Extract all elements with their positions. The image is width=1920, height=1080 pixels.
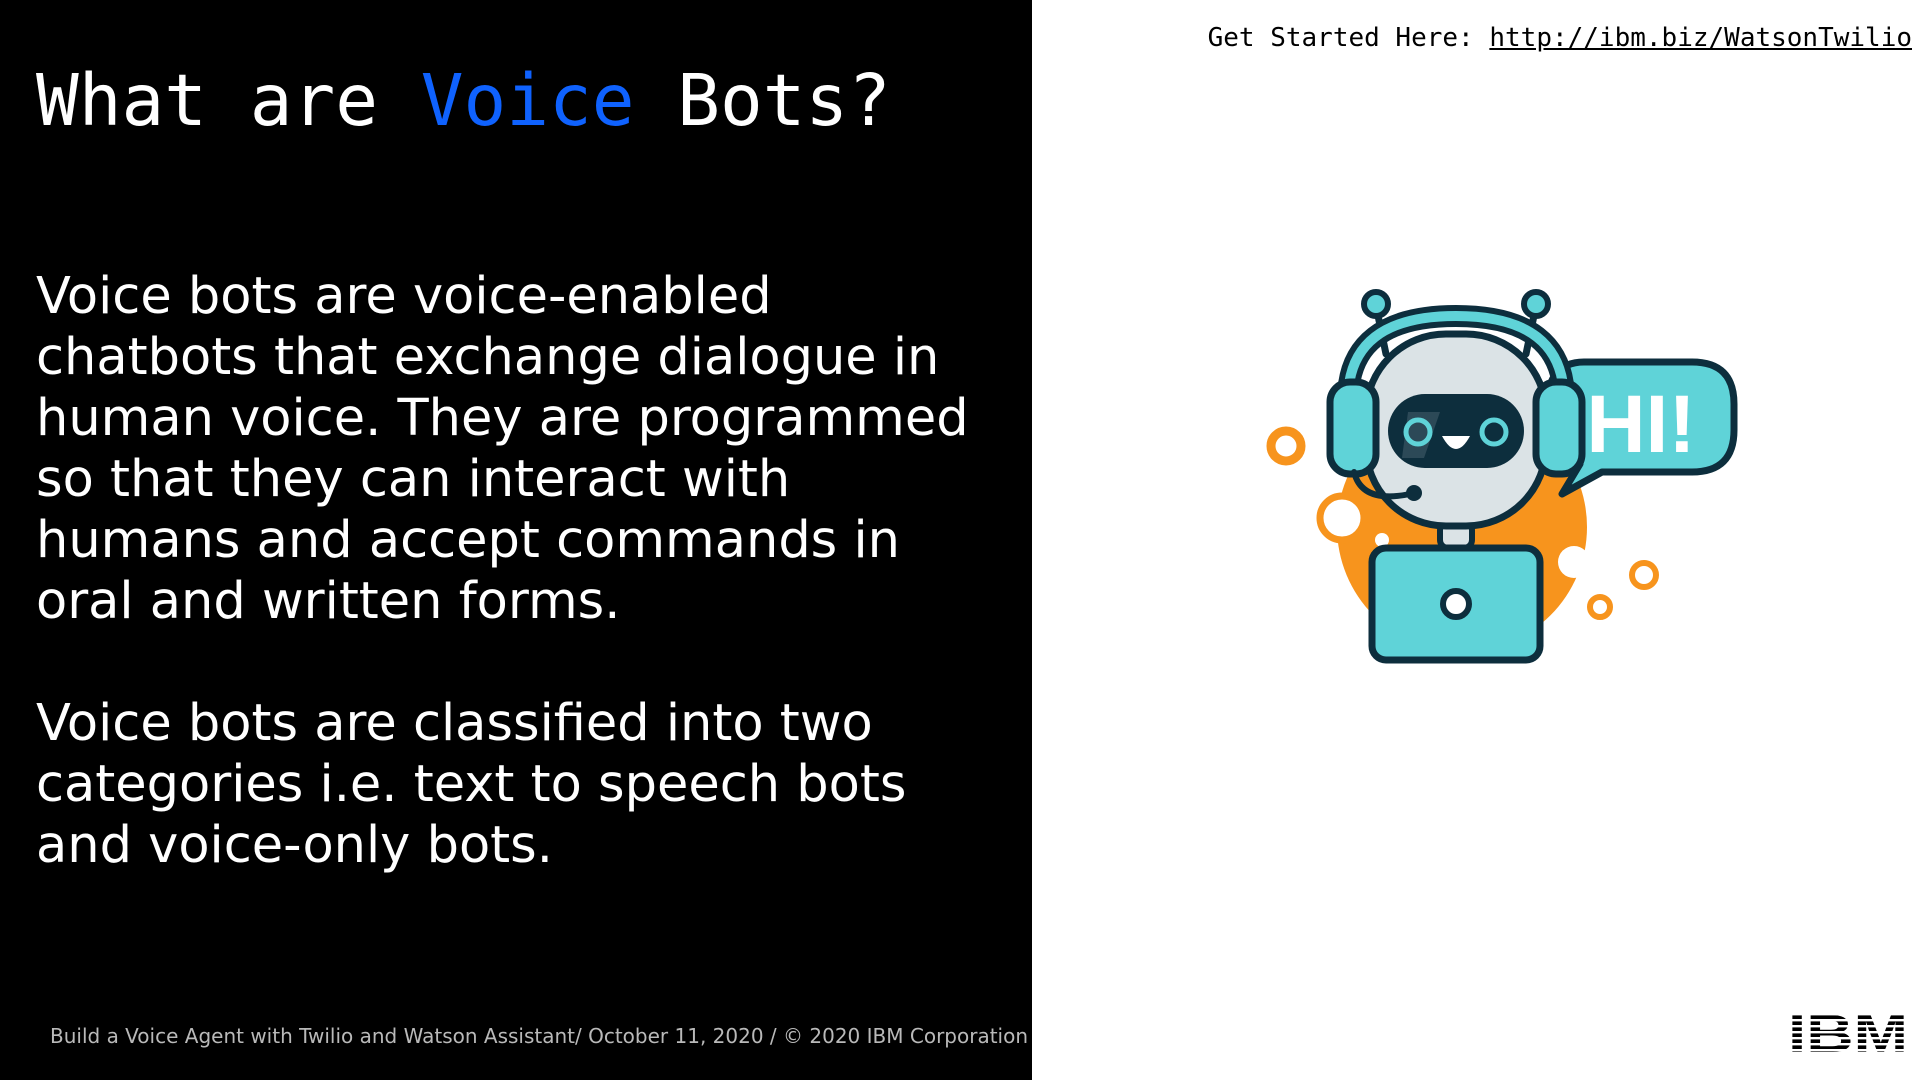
logo-stripe-gap	[1786, 1049, 1910, 1052]
get-started-label: Get Started Here:	[1207, 23, 1490, 53]
decor-ring-right	[1629, 560, 1659, 590]
title-accent-word: Voice	[420, 59, 635, 142]
logo-stripe-gap	[1786, 1013, 1910, 1016]
slide-footer: Build a Voice Agent with Twilio and Wats…	[50, 1024, 1029, 1048]
chatbot-robot-illustration: HI!	[1266, 289, 1738, 664]
logo-stripe-gap	[1786, 1019, 1910, 1022]
paragraph-classification: Voice bots are classified into two categ…	[36, 694, 907, 875]
decor-dot-white-right	[1558, 546, 1590, 578]
ibm-logo-text: IBM	[1788, 1008, 1908, 1060]
ibm-logo: IBM	[1786, 1008, 1910, 1060]
get-started-link[interactable]: http://ibm.biz/WatsonTwilio	[1489, 23, 1912, 53]
slide-title: What are Voice Bots?	[36, 56, 891, 146]
logo-stripe-gap	[1786, 1037, 1910, 1040]
microphone-icon	[1406, 485, 1422, 501]
antenna-left-tip	[1361, 289, 1391, 319]
speech-bubble-text: HI!	[1586, 379, 1695, 470]
body-text: Voice bots are voice-enabled chatbots th…	[36, 266, 1006, 876]
logo-stripe-gap	[1786, 1043, 1910, 1046]
decor-ring-bottom	[1587, 594, 1613, 620]
paragraph-definition: Voice bots are voice-enabled chatbots th…	[36, 267, 969, 631]
left-panel: What are Voice Bots? Voice bots are voic…	[0, 0, 1032, 1080]
ear-cup-left	[1326, 378, 1380, 478]
antenna-right-tip	[1521, 289, 1551, 319]
logo-stripe-gap	[1786, 1025, 1910, 1028]
title-text-before: What are	[36, 59, 421, 142]
logo-stripe-gap	[1786, 1031, 1910, 1034]
decor-ring-left	[1266, 426, 1306, 466]
ear-cup-right	[1532, 378, 1586, 478]
decor-ring-white-left	[1316, 492, 1368, 544]
laptop-logo-icon	[1440, 588, 1472, 620]
get-started-banner: Get Started Here: http://ibm.biz/WatsonT…	[1208, 20, 1912, 56]
title-text-after: Bots?	[634, 59, 891, 142]
